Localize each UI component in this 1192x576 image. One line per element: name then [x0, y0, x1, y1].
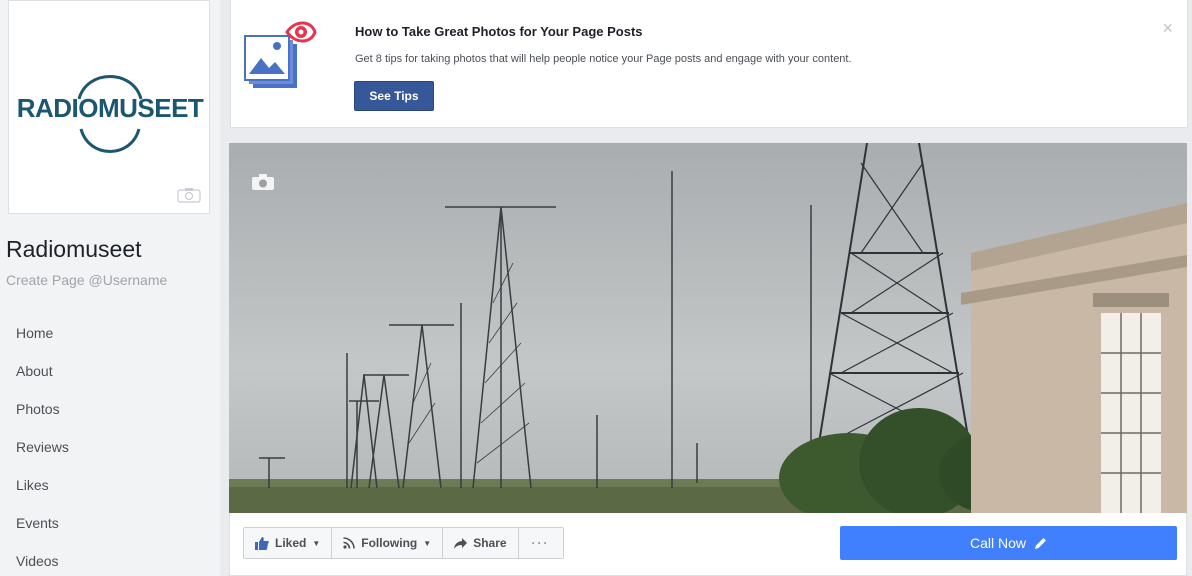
cover-photo[interactable] [229, 143, 1187, 513]
photo-tips-card: How to Take Great Photos for Your Page P… [230, 0, 1188, 128]
tips-title: How to Take Great Photos for Your Page P… [355, 24, 643, 39]
chevron-down-icon: ▼ [423, 538, 432, 548]
nav-item-events[interactable]: Events [0, 504, 220, 542]
pencil-icon[interactable] [1034, 537, 1047, 550]
camera-icon[interactable] [177, 187, 201, 203]
nav-item-about[interactable]: About [0, 352, 220, 390]
nav-item-videos[interactable]: Videos [0, 542, 220, 576]
page-name[interactable]: Radiomuseet [6, 236, 142, 263]
page-action-bar: Liked ▼ Following ▼ Share ··· Call Now [229, 513, 1187, 576]
left-column: RADIOMUSEET Radiomuseet Create Page @Use… [0, 0, 220, 576]
share-arrow-icon [454, 537, 468, 549]
logo-text: RADIOMUSEET [16, 93, 204, 123]
cover-image-antenna-field [229, 143, 1187, 513]
liked-button[interactable]: Liked ▼ [244, 528, 333, 558]
chevron-down-icon: ▼ [312, 538, 321, 548]
tips-description: Get 8 tips for taking photos that will h… [355, 53, 852, 65]
nav-item-reviews[interactable]: Reviews [0, 428, 220, 466]
page-actions-group: Liked ▼ Following ▼ Share ··· [243, 527, 564, 559]
photo-tips-icon [244, 21, 317, 88]
profile-picture[interactable]: RADIOMUSEET [8, 0, 210, 214]
create-username-link[interactable]: Create Page @Username [6, 272, 167, 288]
liked-label: Liked [275, 536, 307, 550]
call-now-button[interactable]: Call Now [840, 526, 1177, 560]
page-nav: Home About Photos Reviews Likes Events V… [0, 314, 220, 576]
camera-icon[interactable] [251, 173, 275, 191]
nav-item-photos[interactable]: Photos [0, 390, 220, 428]
see-tips-button[interactable]: See Tips [354, 81, 434, 111]
share-button[interactable]: Share [443, 528, 519, 558]
following-label: Following [361, 536, 418, 550]
nav-item-likes[interactable]: Likes [0, 466, 220, 504]
call-now-label: Call Now [969, 535, 1026, 551]
close-icon[interactable]: × [1162, 18, 1173, 39]
share-label: Share [473, 536, 507, 550]
thumbs-up-icon [255, 536, 269, 550]
rss-icon [343, 537, 356, 549]
more-options-button[interactable]: ··· [518, 528, 563, 558]
following-button[interactable]: Following ▼ [332, 528, 444, 558]
nav-item-home[interactable]: Home [0, 314, 220, 352]
